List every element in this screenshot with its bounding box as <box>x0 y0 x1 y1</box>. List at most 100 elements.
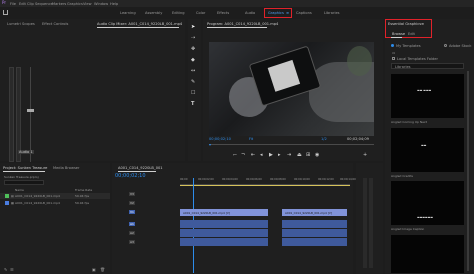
workspace-menu-icon[interactable]: ≡ <box>286 11 289 15</box>
quality-select[interactable]: 1/2 <box>321 137 327 141</box>
audio-clip[interactable] <box>180 238 268 246</box>
tab-browse[interactable]: Browse <box>392 32 405 36</box>
audio-clip[interactable] <box>282 229 347 237</box>
step-back-icon[interactable]: ◂ <box>260 153 263 158</box>
template-card[interactable]: ▬▬▬▬▬▬ <box>391 181 464 225</box>
template-card[interactable]: ▬▬ <box>391 128 464 172</box>
trash-icon[interactable]: 🗑 <box>100 268 105 272</box>
lift-icon[interactable]: ⏏ <box>297 153 302 158</box>
workspace-graphics[interactable]: Graphics <box>268 11 284 15</box>
list-item[interactable]: ▦ A001_C014_9220LB_001.mp4 59.94 fps <box>0 200 110 206</box>
track-label[interactable]: A3 <box>129 240 135 244</box>
type-tool-icon[interactable]: T <box>191 102 194 107</box>
track-label[interactable]: V1 <box>129 210 135 214</box>
menu-file[interactable]: File <box>10 2 16 6</box>
video-preview[interactable] <box>209 42 374 136</box>
my-templates-label[interactable]: My Templates <box>396 44 421 48</box>
playback-scrubber[interactable] <box>209 144 374 145</box>
workspace-captions[interactable]: Captions <box>296 11 312 15</box>
column-frame-rate[interactable]: Frame Rate <box>75 188 92 192</box>
list-view-icon[interactable]: ☰ <box>10 268 14 272</box>
track-label[interactable]: V3 <box>129 192 135 196</box>
scrollbar[interactable] <box>467 71 469 271</box>
audio-clip[interactable] <box>180 220 268 228</box>
local-folder-label[interactable]: Local Templates Folder <box>397 57 438 61</box>
essential-graphics-title[interactable]: Essential Graphics <box>388 22 421 26</box>
menu-markers[interactable]: Markers <box>52 2 66 6</box>
timeline-ruler[interactable]: 00;00 00;00;02;00 00;00;04;00 00;00;06;0… <box>180 178 356 185</box>
tab-project[interactable]: Project: Sunken Treasure <box>3 166 47 170</box>
project-panel: Project: Sunken Treasure Media Browser S… <box>0 163 110 274</box>
track-label[interactable]: V2 <box>129 201 135 205</box>
menu-clip[interactable]: Clip <box>27 2 34 6</box>
video-clip[interactable]: A001_C014_9220LB_001.mp4 [V] <box>180 209 268 216</box>
play-icon[interactable]: ▶ <box>269 153 273 158</box>
workspace-learning[interactable]: Learning <box>120 11 136 15</box>
extract-icon[interactable]: ⊞ <box>306 153 310 158</box>
workspace-color[interactable]: Color <box>196 11 205 15</box>
tab-audio-clip-mixer[interactable]: Audio Clip Mixer: A001_C014_9220LB_001.m… <box>97 22 182 26</box>
mark-out-icon[interactable]: ¬ <box>241 153 245 158</box>
program-timecode[interactable]: 00;00;02;10 <box>209 137 231 141</box>
menu-graphics[interactable]: Graphics <box>67 2 83 6</box>
tab-edit[interactable]: Edit <box>408 32 415 36</box>
pen-tool-icon[interactable]: ✎ <box>191 80 195 85</box>
go-to-in-icon[interactable]: ⇤ <box>251 153 255 158</box>
list-item[interactable]: ▤ A001_C014_9220LB_001.mp4 59.94 fps <box>0 193 110 199</box>
libraries-search-input[interactable]: Libraries <box>391 63 464 69</box>
fader-handle[interactable] <box>27 109 34 112</box>
pencil-icon[interactable]: ✎ <box>4 268 7 272</box>
audio-clip[interactable] <box>282 220 347 228</box>
mark-in-icon[interactable]: ⌐ <box>233 153 237 158</box>
menu-edit[interactable]: Edit <box>19 2 26 6</box>
panel-menu-icon[interactable]: ≡ <box>421 22 424 26</box>
new-item-icon[interactable]: ▣ <box>92 268 96 272</box>
go-to-out-icon[interactable]: ⇥ <box>287 153 291 158</box>
timeline-timecode[interactable]: 00;00;02;10 <box>115 174 146 179</box>
workspace-assembly[interactable]: Assembly <box>145 11 162 15</box>
app-logo-icon: Pr <box>2 0 6 5</box>
step-forward-icon[interactable]: ▸ <box>278 153 281 158</box>
menu-help[interactable]: Help <box>110 2 118 6</box>
work-area-bar[interactable] <box>180 185 350 186</box>
template-card[interactable]: ▬▬ ▬▬▬ <box>391 74 464 118</box>
checkbox-local-folder[interactable] <box>392 57 395 60</box>
tab-media-browser[interactable]: Media Browser <box>53 166 80 170</box>
export-frame-icon[interactable]: ◉ <box>315 153 319 158</box>
workspace-editing[interactable]: Editing <box>172 11 185 15</box>
home-icon[interactable] <box>3 10 8 15</box>
track-label[interactable]: A1 <box>129 222 135 226</box>
fader-track[interactable] <box>30 67 31 162</box>
tab-effect-controls[interactable]: Effect Controls <box>42 22 68 26</box>
column-name[interactable]: Name <box>15 188 24 192</box>
hand-tool-icon[interactable]: ☐ <box>191 91 195 96</box>
selection-tool-icon[interactable]: ➤ <box>191 25 195 30</box>
workspace-effects[interactable]: Effects <box>217 11 229 15</box>
workspace-audio[interactable]: Audio <box>245 11 255 15</box>
adobe-stock-label[interactable]: Adobe Stock <box>449 44 471 48</box>
add-icon[interactable]: + <box>363 153 367 158</box>
audio-clip[interactable] <box>282 238 347 246</box>
radio-adobe-stock[interactable] <box>444 44 447 47</box>
item-name: A001_C014_9220LB_001.mp4 <box>15 194 60 198</box>
track-label[interactable]: A2 <box>129 231 135 235</box>
tab-sequence[interactable]: A001_C014_9220LB_001 <box>118 166 163 170</box>
menu-view[interactable]: View <box>83 2 92 6</box>
track-select-tool-icon[interactable]: ⇢ <box>191 36 195 41</box>
zoom-select[interactable]: Fit <box>249 137 253 141</box>
project-search-input[interactable] <box>4 180 44 185</box>
folder-icon[interactable]: ▭ <box>392 51 395 55</box>
razor-tool-icon[interactable]: ◆ <box>191 58 195 63</box>
slip-tool-icon[interactable]: ↔ <box>191 69 195 74</box>
video-clip[interactable]: A001_C014_9220LB_001.mp4 [V] <box>282 209 347 216</box>
radio-my-templates[interactable] <box>391 44 394 47</box>
template-card[interactable] <box>391 235 464 273</box>
program-title[interactable]: Program: A001_C014_9220LB_001.mp4 <box>207 22 278 26</box>
workspace-libraries[interactable]: Libraries <box>324 11 340 15</box>
menu-sequence[interactable]: Sequence <box>35 2 53 6</box>
menu-window[interactable]: Window <box>94 2 108 6</box>
ripple-edit-tool-icon[interactable]: ✥ <box>191 47 195 52</box>
tab-lumetri-scopes[interactable]: Lumetri Scopes <box>7 22 35 26</box>
playhead-icon[interactable]: ▾ <box>209 142 211 147</box>
audio-clip[interactable] <box>180 229 268 237</box>
